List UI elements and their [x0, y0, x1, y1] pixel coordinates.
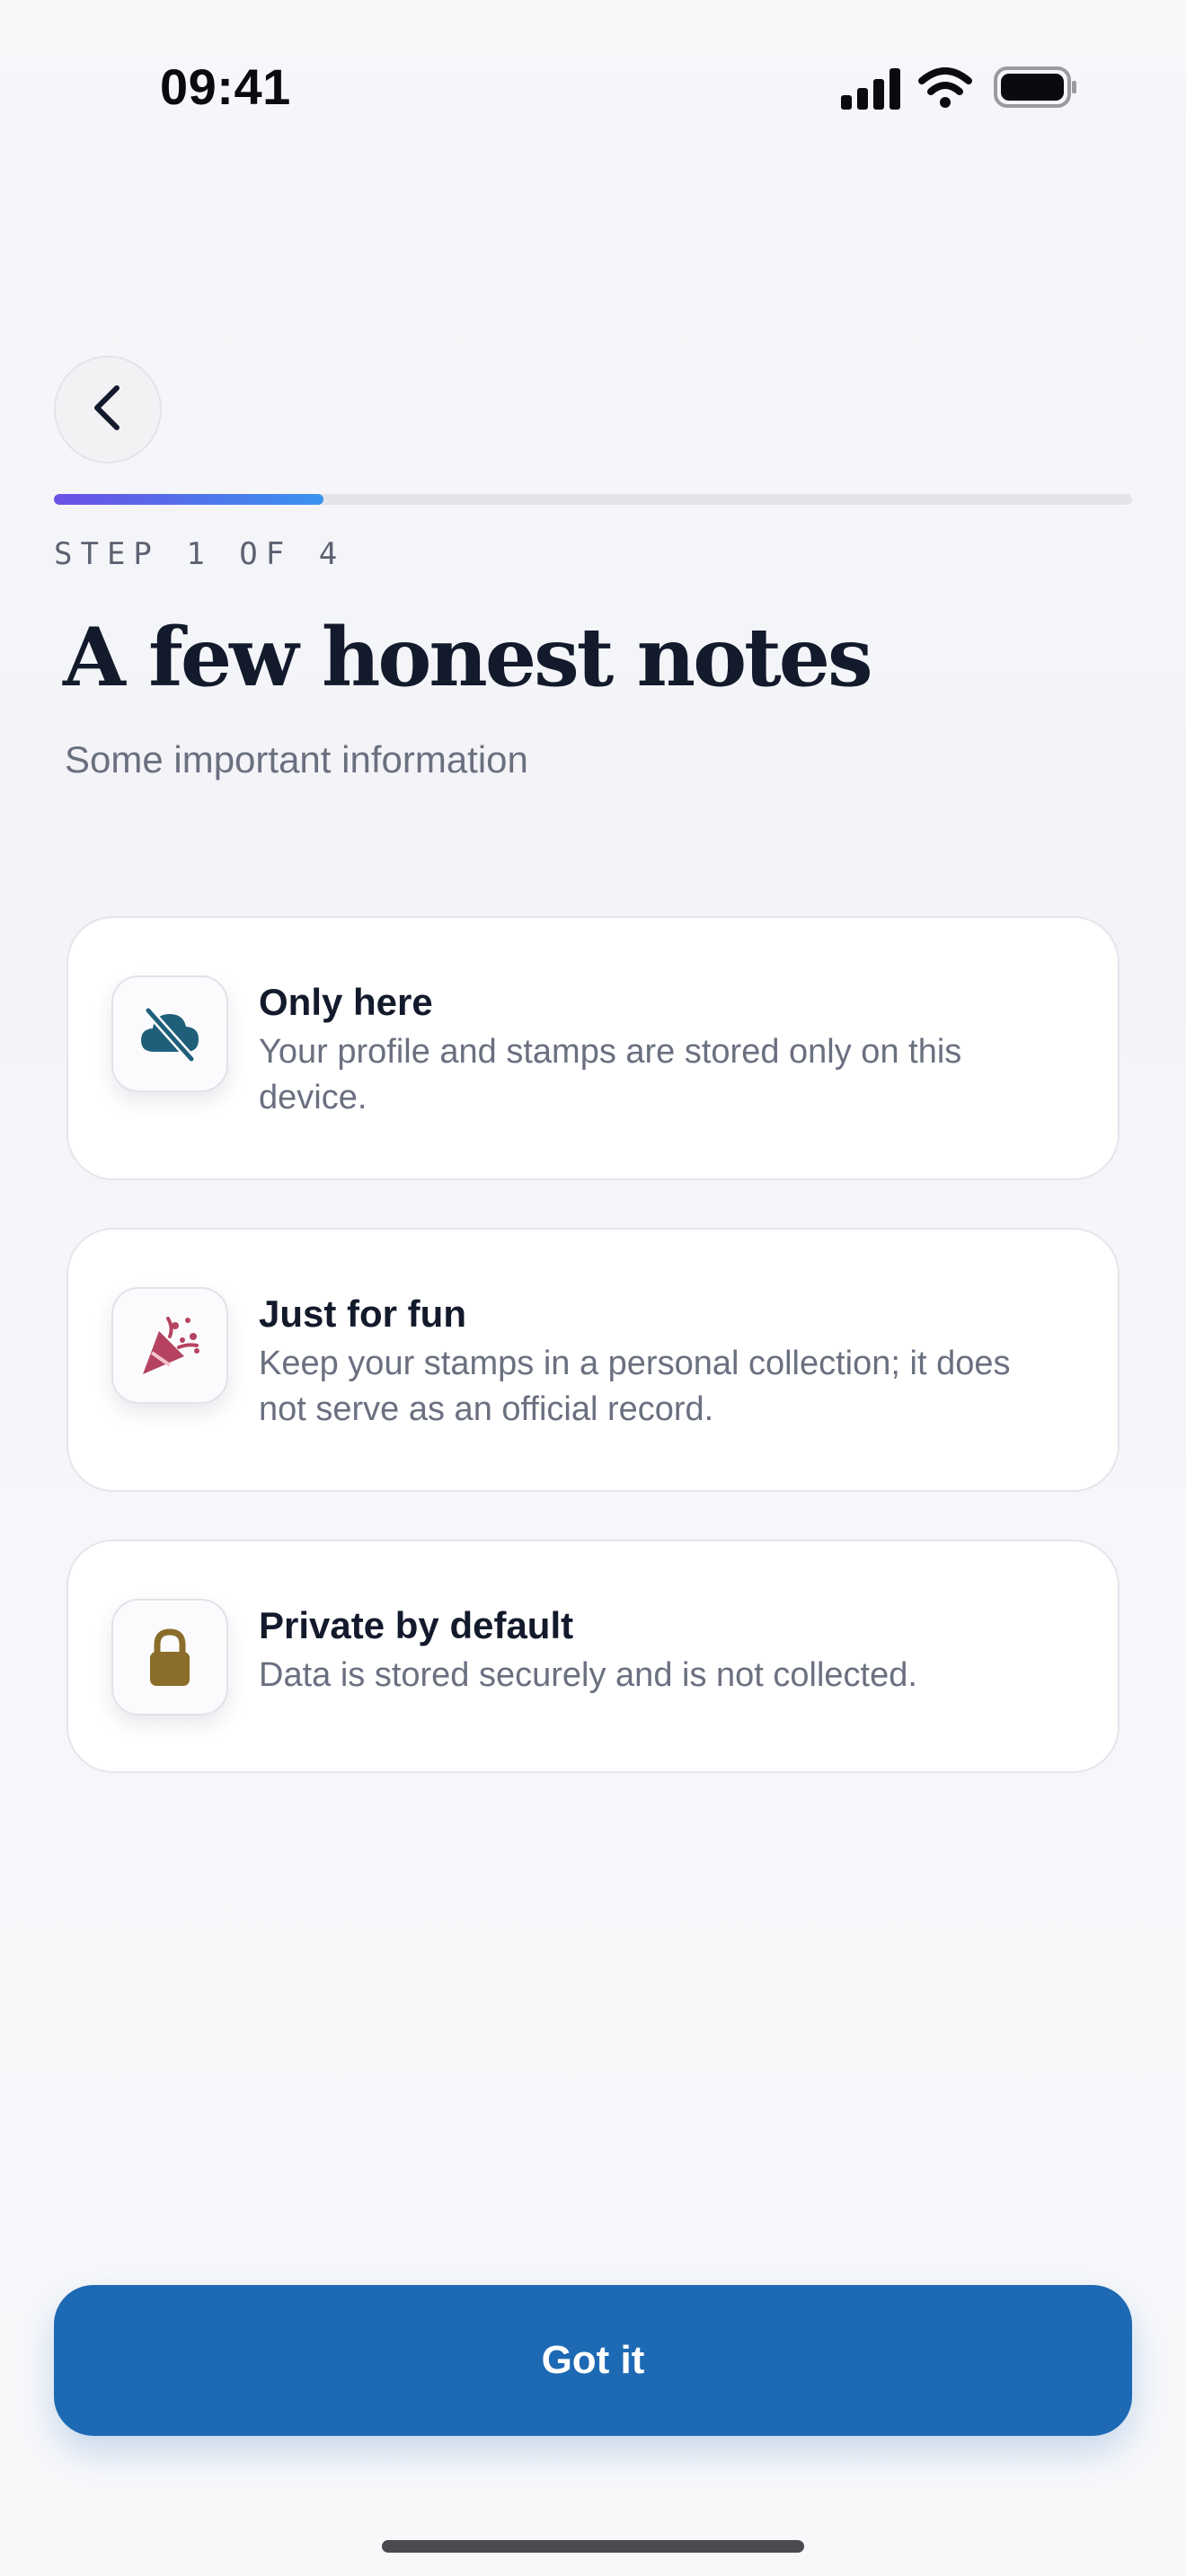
card-title: Just for fun [259, 1292, 466, 1335]
card-description: Keep your stamps in a personal collectio… [259, 1345, 1011, 1428]
status-icons [836, 63, 1078, 113]
card-title: Only here [259, 981, 433, 1023]
lock-icon [111, 1599, 228, 1716]
cellular-signal-icon [841, 68, 900, 110]
home-indicator[interactable] [382, 2540, 804, 2553]
party-popper-icon [111, 1287, 228, 1404]
progress-bar [54, 494, 1132, 505]
wifi-icon [918, 67, 972, 108]
info-card-private-by-default: Private by default Data is stored secure… [66, 1539, 1120, 1773]
progress-fill [54, 494, 323, 505]
card-description: Your profile and stamps are stored only … [259, 1033, 962, 1116]
cloud-off-icon [111, 975, 228, 1092]
info-card-just-for-fun: Just for fun Keep your stamps in a perso… [66, 1228, 1120, 1492]
page-title: A few honest notes [63, 610, 873, 705]
chevron-left-icon [88, 383, 128, 437]
battery-icon [994, 66, 1076, 108]
back-button[interactable] [54, 356, 162, 463]
card-description: Data is stored securely and is not colle… [259, 1656, 917, 1694]
status-time: 09:41 [160, 58, 291, 115]
page-subtitle: Some important information [65, 738, 528, 781]
step-label: STEP 1 OF 4 [54, 536, 346, 572]
card-title: Private by default [259, 1604, 574, 1646]
got-it-button[interactable]: Got it [54, 2285, 1132, 2436]
info-card-only-here: Only here Your profile and stamps are st… [66, 916, 1120, 1180]
